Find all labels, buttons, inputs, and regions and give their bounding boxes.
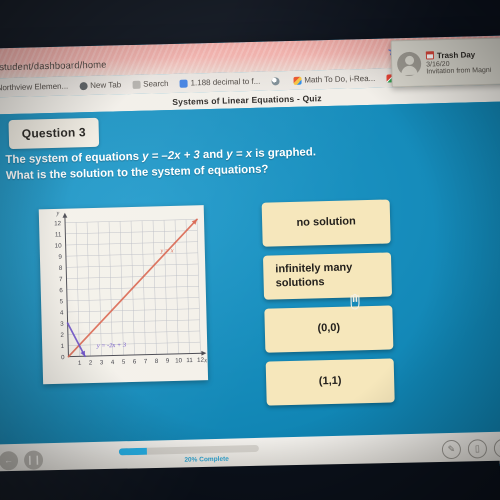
circle-icon	[79, 81, 88, 90]
progress-bar	[118, 444, 259, 456]
bookmark-item[interactable]: Search	[132, 79, 169, 89]
notification-toast[interactable]: Trash Day 3/16/20 Invitation from Magni	[390, 37, 500, 88]
avatar-icon	[396, 51, 422, 76]
calendar-icon	[425, 51, 435, 60]
svg-text:6: 6	[59, 287, 63, 294]
pencil-icon[interactable]: ✎	[441, 439, 462, 459]
globe-icon	[271, 76, 280, 85]
graph-svg: 01234567891011121 2 3 4 5 6 7 8 9 10 11 12 xy y = xy…	[54, 210, 207, 367]
svg-text:2: 2	[60, 332, 64, 339]
answer-option-label: infinitely many solutions	[275, 261, 353, 290]
svg-text:8: 8	[155, 358, 159, 365]
svg-text:9: 9	[166, 358, 170, 365]
svg-text:8: 8	[59, 265, 63, 272]
answer-option-4[interactable]: (1,1)	[265, 358, 395, 406]
question-equation-1: y = –2x + 3	[141, 149, 200, 163]
svg-text:y: y	[55, 210, 59, 217]
svg-text:5: 5	[122, 359, 126, 366]
graph-card: 0 1 2 3 4 5 6 7 8 9 10 11 12 1 2 3 4 5 6 7 8 9 10 11 12 x y y = xy…	[38, 205, 209, 385]
progress-label: 20% Complete	[184, 455, 229, 464]
question-line1-b: and	[199, 148, 227, 162]
question-equation-2: y = x	[226, 147, 253, 161]
coordinate-graph: 0 1 2 3 4 5 6 7 8 9 10 11 12 1 2 3 4 5 6 7 8 9 10 11 12 x y y = xy…	[39, 205, 208, 384]
svg-text:1: 1	[78, 360, 82, 367]
bookmark-item[interactable]: 1.188 decimal to f...	[179, 77, 260, 88]
page-title: Systems of Linear Equations - Quiz	[172, 92, 322, 107]
svg-text:4: 4	[111, 359, 115, 366]
svg-text:y = x: y = x	[159, 247, 174, 254]
bookmark-item[interactable]: Northview Elemen...	[0, 82, 68, 93]
answer-option-label: (1,1)	[318, 374, 342, 388]
axis-tick-labels: 01234567891011121 2 3 4 5 6 7 8 9 10 11 12 xy	[54, 210, 207, 367]
bookmark-label: 1.188 decimal to f...	[190, 76, 261, 88]
answer-option-1[interactable]: no solution	[261, 199, 391, 247]
svg-text:10: 10	[55, 243, 63, 250]
svg-text:2: 2	[89, 360, 93, 367]
question-line2: What is the solution to the system of eq…	[5, 163, 269, 182]
svg-text:0: 0	[61, 354, 65, 361]
data-series	[66, 218, 198, 358]
answer-option-label: no solution	[296, 215, 356, 229]
bookmark-item[interactable]: New Tab	[79, 80, 121, 90]
bookmark-label: Search	[143, 79, 169, 89]
notes-icon[interactable]: ▯	[467, 438, 488, 459]
bookmark-item[interactable]: Math To Do, i-Rea...	[293, 74, 375, 85]
svg-text:x: x	[203, 357, 207, 364]
quiz-content: Question 3 The system of equations y = –…	[0, 101, 500, 445]
svg-text:11: 11	[55, 231, 62, 238]
answer-choices: no solution infinitely many solutions (0…	[261, 199, 395, 406]
notification-title: Trash Day	[436, 49, 476, 60]
bookmark-label: New Tab	[90, 80, 122, 91]
svg-text:7: 7	[144, 358, 148, 365]
speaker-icon[interactable]	[0, 158, 3, 171]
calculator-icon[interactable]: ▦	[493, 437, 500, 458]
answer-option-3[interactable]: (0,0)	[264, 305, 394, 353]
svg-text:1: 1	[61, 343, 65, 350]
svg-text:3: 3	[100, 359, 104, 366]
svg-text:5: 5	[60, 298, 64, 305]
svg-text:12: 12	[54, 220, 62, 227]
photo-of-screen: om/student/dashboard/home ★ Northview El…	[0, 0, 500, 500]
svg-text:4: 4	[60, 309, 64, 316]
blue-icon	[179, 79, 188, 88]
bookmark-item[interactable]	[271, 76, 282, 85]
question-line1-c: is graphed.	[251, 146, 317, 160]
question-number-tab: Question 3	[8, 117, 100, 150]
answer-option-label: (0,0)	[317, 321, 341, 335]
gray-icon	[132, 80, 141, 89]
question-number-label: Question 3	[21, 125, 86, 141]
question-line1-a: The system of equations	[5, 150, 143, 167]
progress-area: 20% Complete	[118, 444, 294, 465]
svg-text:7: 7	[59, 276, 63, 283]
svg-text:9: 9	[58, 254, 62, 261]
notification-subtitle: Invitation from Magni	[426, 66, 492, 76]
back-arrow-icon[interactable]: ←	[0, 450, 19, 470]
address-bar[interactable]: om/student/dashboard/home	[0, 60, 107, 74]
svg-text:y = -2x + 3: y = -2x + 3	[96, 342, 126, 350]
svg-text:3: 3	[60, 321, 64, 328]
bookmark-label: Math To Do, i-Rea...	[304, 73, 376, 85]
question-text: The system of equations y = –2x + 3 and …	[5, 141, 470, 184]
svg-text:11: 11	[186, 357, 193, 364]
svg-text:6: 6	[133, 358, 137, 365]
answer-option-2[interactable]: infinitely many solutions	[262, 252, 393, 300]
pause-icon[interactable]: ❙❙	[23, 449, 44, 470]
bookmark-label: Northview Elemen...	[0, 81, 69, 93]
svg-text:10: 10	[175, 357, 183, 364]
multi-icon	[293, 76, 302, 85]
laptop-screen: om/student/dashboard/home ★ Northview El…	[0, 35, 500, 479]
progress-fill	[118, 447, 147, 456]
